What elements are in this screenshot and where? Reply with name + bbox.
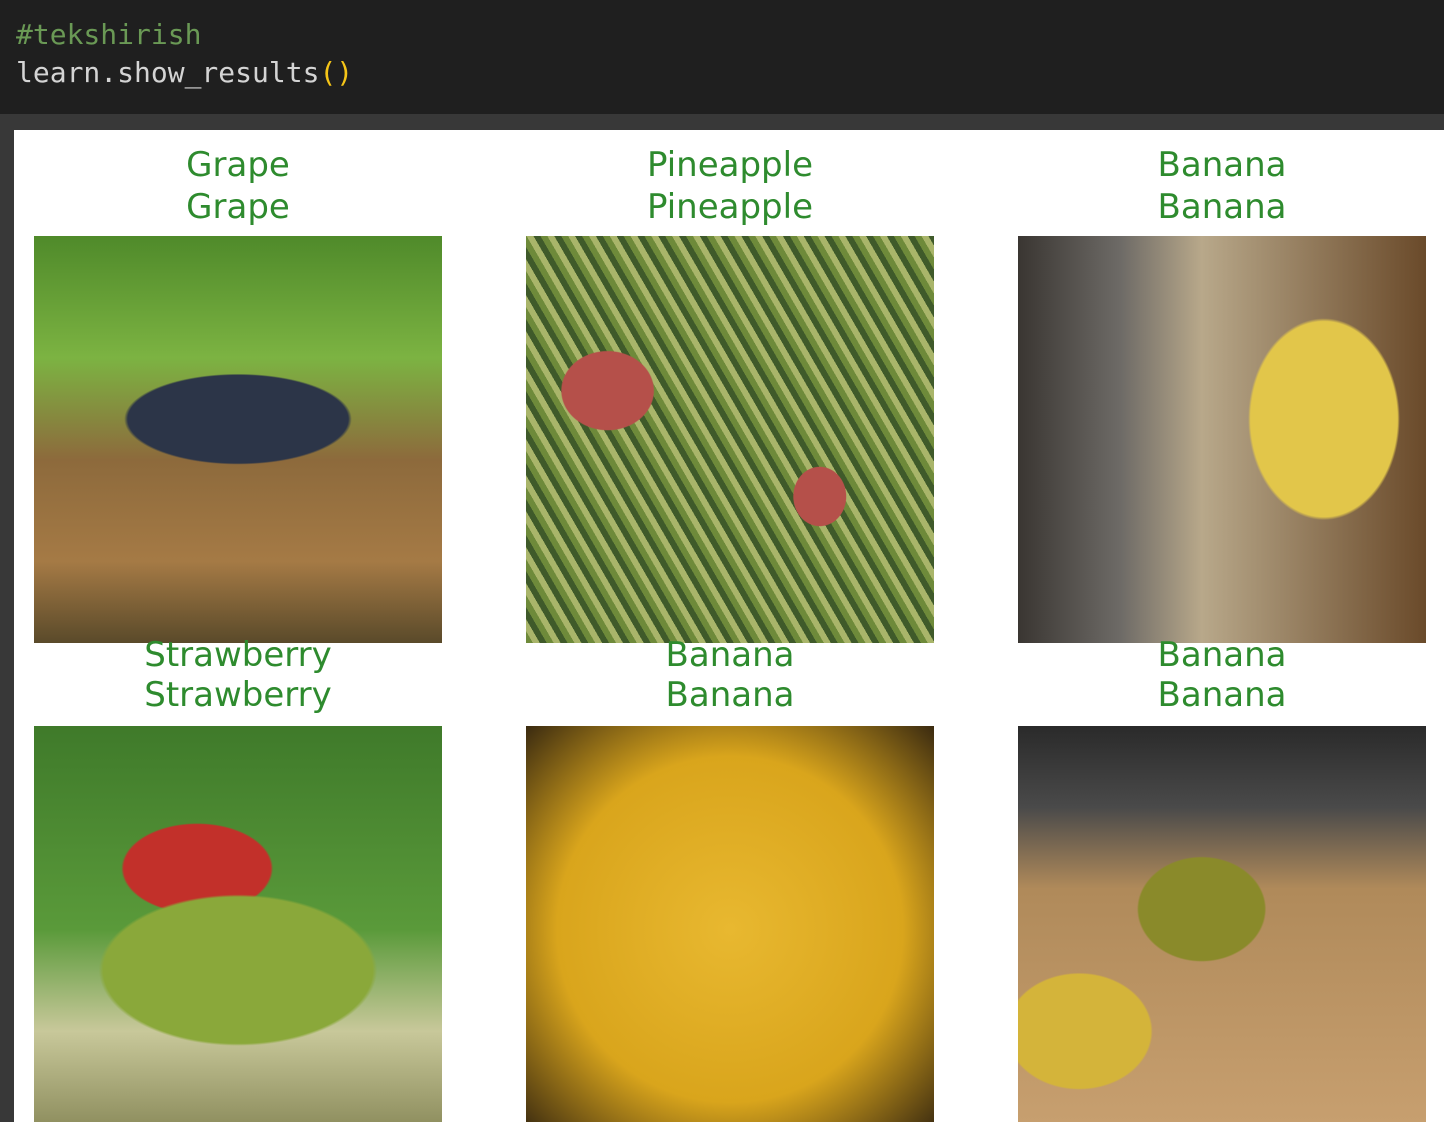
predicted-label: Strawberry <box>144 675 332 715</box>
predicted-label: Banana <box>665 675 795 715</box>
code-cell[interactable]: #tekshirish learn.show_results() <box>0 0 1444 114</box>
actual-label: Banana <box>1157 145 1287 185</box>
code-call: learn.show_results <box>16 56 320 89</box>
result-image <box>1018 726 1426 1122</box>
result-image <box>1018 236 1426 643</box>
actual-label: Strawberry <box>144 635 332 675</box>
actual-label: Banana <box>665 635 795 675</box>
actual-label: Pineapple <box>646 145 814 185</box>
result-image <box>526 726 934 1122</box>
code-line: learn.show_results() <box>16 56 353 89</box>
predicted-label: Pineapple <box>646 187 814 227</box>
actual-label: Banana <box>1157 635 1287 675</box>
code-parens: () <box>319 56 354 89</box>
predicted-label: Grape <box>186 187 290 227</box>
result-image <box>34 236 442 643</box>
predicted-label: Banana <box>1157 675 1287 715</box>
output-area: Grape Grape Pineapple Pineapple Banana Banana… <box>14 130 1444 1122</box>
actual-label: Grape <box>186 145 290 185</box>
predicted-label: Banana <box>1157 187 1287 227</box>
result-image <box>34 726 442 1122</box>
result-image <box>526 236 934 643</box>
code-comment: #tekshirish <box>16 18 202 51</box>
